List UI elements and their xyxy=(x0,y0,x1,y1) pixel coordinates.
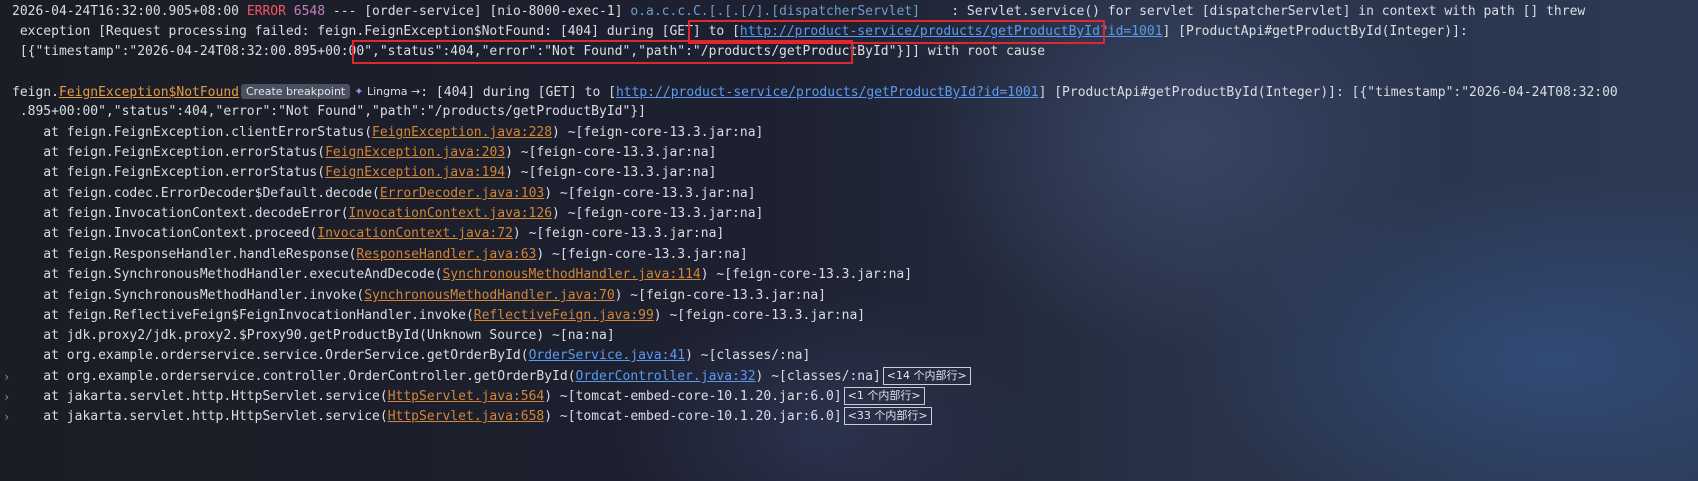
lingma-icon: ✦ xyxy=(354,85,364,98)
stack-frame: at feign.ResponseHandler.handleResponse(… xyxy=(12,244,748,266)
frame-jar: ) ~[feign-core-13.3.jar:na] xyxy=(505,165,717,180)
response-body-cont: .895+00:00","status":404,"error":"Not Fo… xyxy=(12,104,646,119)
exception-method: ] [ProductApi#getProductById(Integer)]: xyxy=(1162,24,1468,39)
frame-source-link[interactable]: OrderService.java:41 xyxy=(529,348,686,363)
create-breakpoint-button[interactable]: Create breakpoint xyxy=(240,84,351,99)
frame-source-link[interactable]: HttpServlet.java:564 xyxy=(388,389,545,404)
expand-chevron-icon[interactable]: › xyxy=(3,386,11,408)
folded-lines-toggle[interactable]: <33 个内部行> xyxy=(843,407,932,425)
folded-lines-toggle[interactable]: <1 个内部行> xyxy=(843,387,925,405)
stack-frame: › at org.example.orderservice.controller… xyxy=(0,366,971,388)
frame-jar: ) ~[feign-core-13.3.jar:na] xyxy=(505,145,717,160)
root-url-link[interactable]: http://product-service/products/getProdu… xyxy=(616,85,1039,100)
stack-frame: at feign.FeignException.clientErrorStatu… xyxy=(12,122,763,144)
frame-source-link[interactable]: SynchronousMethodHandler.java:70 xyxy=(364,288,614,303)
stack-frame: › at jakarta.servlet.http.HttpServlet.se… xyxy=(0,406,932,428)
log-line-body-cont: .895+00:00","status":404,"error":"Not Fo… xyxy=(12,101,646,123)
frame-source-link[interactable]: InvocationContext.java:72 xyxy=(317,226,513,241)
frame-call: at feign.ResponseHandler.handleResponse( xyxy=(12,247,357,262)
exception-class-link[interactable]: FeignException$NotFound xyxy=(59,85,239,100)
lingma-label: Lingma → xyxy=(366,85,421,98)
frame-call: at feign.FeignException.errorStatus( xyxy=(12,145,326,160)
stack-frame: at feign.codec.ErrorDecoder$Default.deco… xyxy=(12,183,756,205)
root-exception-tail: ] [ProductApi#getProductById(Integer)]: … xyxy=(1038,85,1618,100)
frame-source-link[interactable]: FeignException.java:228 xyxy=(372,125,552,140)
lingma-button[interactable]: ✦ Lingma → xyxy=(354,81,420,103)
frame-source-link[interactable]: ResponseHandler.java:63 xyxy=(356,247,536,262)
log-separator: --- xyxy=(325,4,365,19)
root-exception-text: : [404] during [GET] to [ xyxy=(420,85,616,100)
frame-jar: ) ~[tomcat-embed-core-10.1.20.jar:6.0] xyxy=(544,389,842,404)
expand-chevron-icon[interactable]: › xyxy=(3,366,11,388)
frame-call: at org.example.orderservice.service.Orde… xyxy=(12,348,529,363)
exception-text: exception [Request processing failed: fe… xyxy=(12,24,733,39)
frame-jar: ) ~[feign-core-13.3.jar:na] xyxy=(552,206,764,221)
frame-call: at feign.InvocationContext.proceed( xyxy=(12,226,318,241)
frame-call: at jakarta.servlet.http.HttpServlet.serv… xyxy=(12,409,388,424)
frame-call: at feign.SynchronousMethodHandler.invoke… xyxy=(12,288,365,303)
frame-source-link[interactable]: InvocationContext.java:126 xyxy=(349,206,553,221)
frame-jar: ) ~[classes/:na] xyxy=(755,369,881,384)
stack-frame: › at jakarta.servlet.http.HttpServlet.se… xyxy=(0,386,925,408)
frame-source-link[interactable]: OrderController.java:32 xyxy=(576,369,756,384)
expand-chevron-icon[interactable]: › xyxy=(3,406,11,428)
frame-call: at feign.SynchronousMethodHandler.execut… xyxy=(12,267,443,282)
status-highlight-box xyxy=(352,40,853,64)
stack-frame: at feign.FeignException.errorStatus(Feig… xyxy=(12,142,716,164)
frame-call: at feign.InvocationContext.decodeError( xyxy=(12,206,349,221)
package-prefix: feign. xyxy=(12,85,59,100)
frame-jar: ) ~[classes/:na] xyxy=(685,348,811,363)
stack-frame: at feign.FeignException.errorStatus(Feig… xyxy=(12,162,716,184)
frame-call: at jakarta.servlet.http.HttpServlet.serv… xyxy=(12,389,388,404)
response-body-start: [{"timestamp":"2026-04-24T08:32:00.895+0… xyxy=(12,44,373,59)
log-logger: o.a.c.c.C.[.[.[/].[dispatcherServlet] xyxy=(630,4,920,19)
log-level: ERROR xyxy=(246,4,286,19)
frame-call: at feign.FeignException.errorStatus( xyxy=(12,165,326,180)
frame-source-link[interactable]: FeignException.java:203 xyxy=(325,145,505,160)
log-thread: [nio-8000-exec-1] xyxy=(489,4,623,19)
stack-frame: at feign.SynchronousMethodHandler.execut… xyxy=(12,264,912,286)
log-pid: 6548 xyxy=(293,4,326,19)
frame-jar: ) ~[tomcat-embed-core-10.1.20.jar:6.0] xyxy=(544,409,842,424)
frame-jar: ) ~[feign-core-13.3.jar:na] xyxy=(614,288,826,303)
frame-source-link[interactable]: ErrorDecoder.java:103 xyxy=(380,186,544,201)
frame-jar: ) ~[feign-core-13.3.jar:na] xyxy=(544,186,756,201)
log-message: : Servlet.service() for servlet [dispatc… xyxy=(919,4,1586,19)
frame-call: at feign.FeignException.clientErrorStatu… xyxy=(12,125,373,140)
frame-jar: ) ~[feign-core-13.3.jar:na] xyxy=(552,125,764,140)
stack-frame: at feign.InvocationContext.proceed(Invoc… xyxy=(12,223,724,245)
stack-frame: at org.example.orderservice.service.Orde… xyxy=(12,345,810,367)
stack-frame: at feign.InvocationContext.decodeError(I… xyxy=(12,203,763,225)
stack-frame: at feign.ReflectiveFeign$FeignInvocation… xyxy=(12,305,865,327)
root-cause-text: }]] with root cause xyxy=(896,44,1046,59)
log-line-root-exception: feign.FeignException$NotFound Create brea… xyxy=(12,81,1618,103)
folded-lines-toggle[interactable]: <14 个内部行> xyxy=(882,367,971,385)
frame-jar: ) ~[feign-core-13.3.jar:na] xyxy=(512,226,725,241)
log-timestamp: 2026-04-24T16:32:00.905+08:00 xyxy=(12,4,239,19)
log-service: [order-service] xyxy=(364,4,482,19)
frame-jar: ) ~[feign-core-13.3.jar:na] xyxy=(653,308,866,323)
frame-source-link[interactable]: ReflectiveFeign.java:99 xyxy=(474,308,654,323)
frame-source-link[interactable]: FeignException.java:194 xyxy=(325,165,505,180)
frame-jar: ) ~[feign-core-13.3.jar:na] xyxy=(700,267,913,282)
stack-frame: at feign.SynchronousMethodHandler.invoke… xyxy=(12,285,826,307)
frame-source-link[interactable]: HttpServlet.java:658 xyxy=(388,409,545,424)
frame-source-link[interactable]: SynchronousMethodHandler.java:114 xyxy=(442,267,700,282)
stack-frame: at jdk.proxy2/jdk.proxy2.$Proxy90.getPro… xyxy=(12,325,615,347)
console-output: 2026-04-24T16:32:00.905+08:00 ERROR 6548… xyxy=(0,0,1698,481)
frame-call: at org.example.orderservice.controller.O… xyxy=(12,369,576,384)
frame-call: at jdk.proxy2/jdk.proxy2.$Proxy90.getPro… xyxy=(12,328,615,343)
frame-call: at feign.ReflectiveFeign$FeignInvocation… xyxy=(12,308,474,323)
frame-call: at feign.codec.ErrorDecoder$Default.deco… xyxy=(12,186,380,201)
frame-jar: ) ~[feign-core-13.3.jar:na] xyxy=(536,247,748,262)
